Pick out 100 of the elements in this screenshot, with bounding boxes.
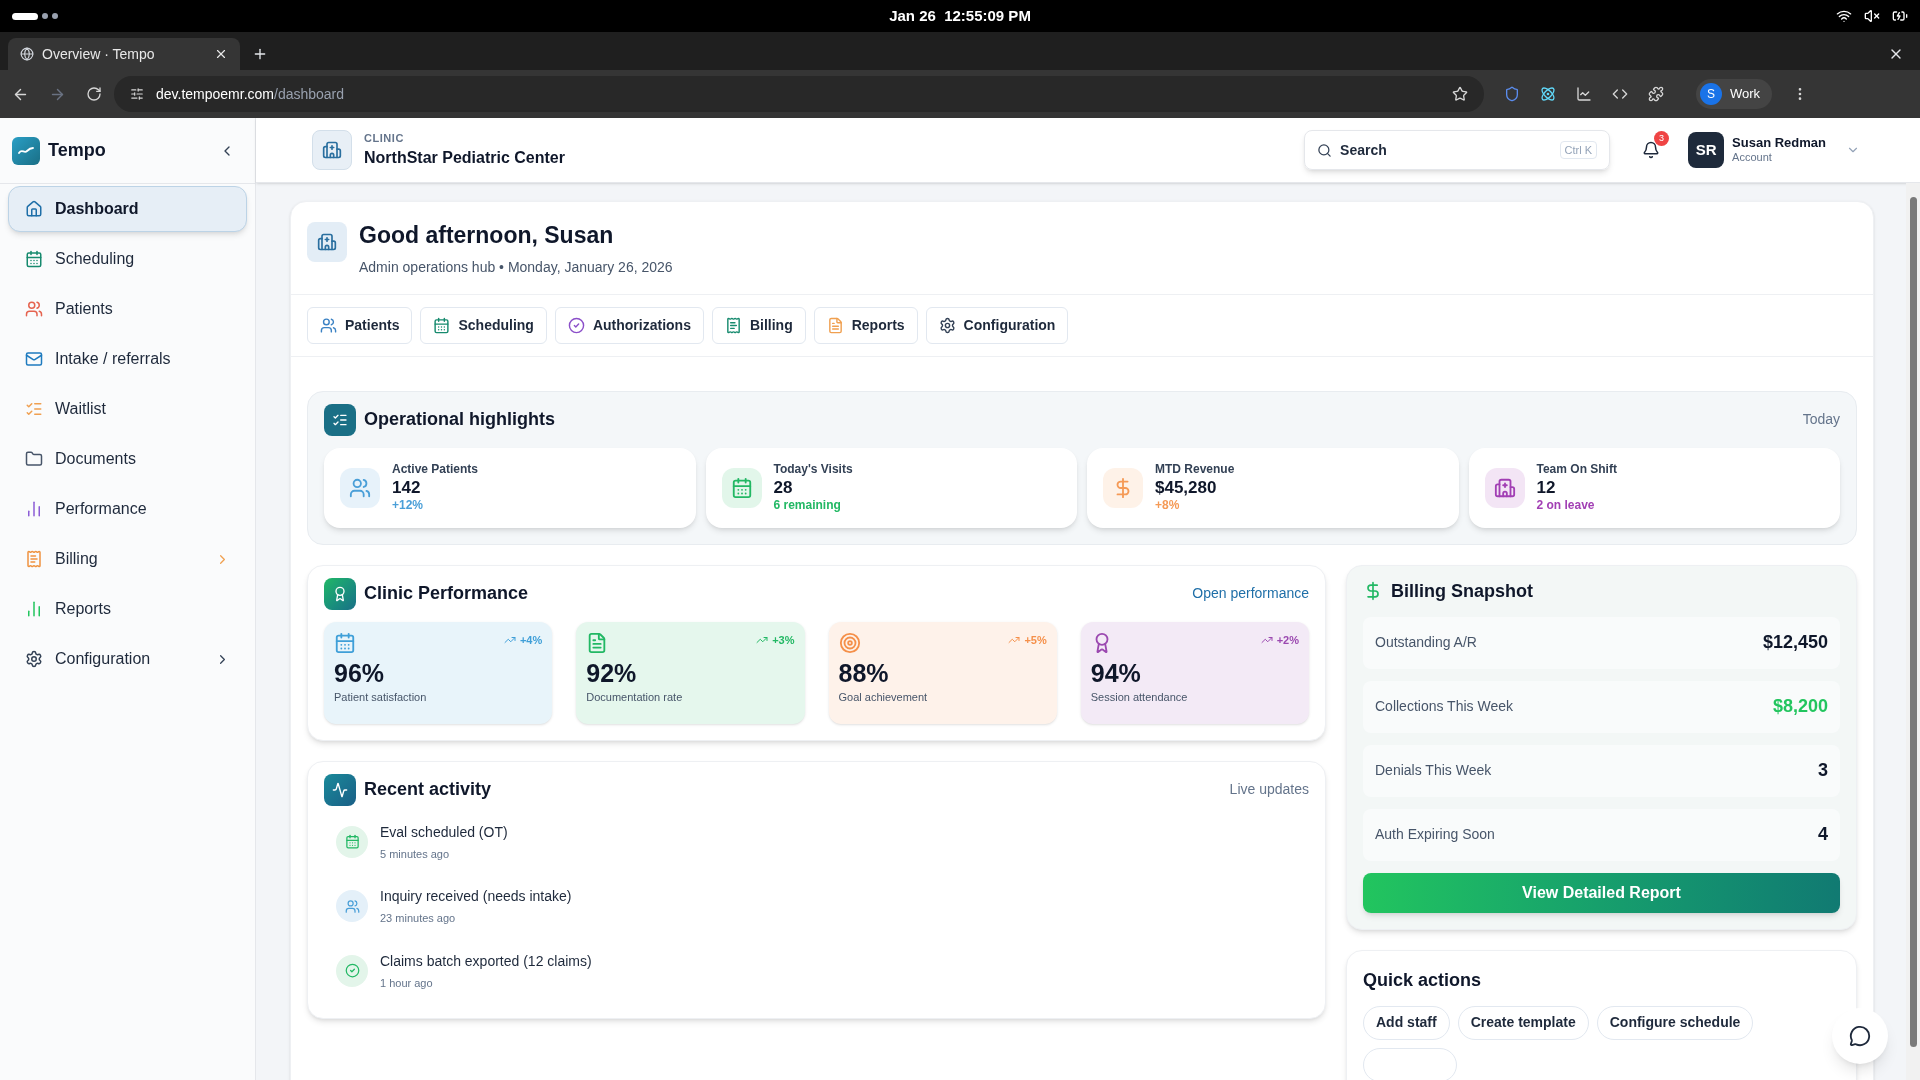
nav-item[interactable]: Performance: [8, 486, 247, 532]
quick-action-button[interactable]: Configure schedule: [1596, 1005, 1754, 1040]
quick-action-button[interactable]: Create template: [1457, 1005, 1589, 1040]
metric-value: 88%: [838, 657, 890, 689]
receipt-icon: [724, 316, 742, 334]
home-icon: [25, 200, 43, 218]
address-bar[interactable]: dev.tempoemr.com/dashboard: [114, 76, 1484, 112]
pulse-icon: [324, 773, 356, 806]
nav-item[interactable]: Documents: [8, 436, 247, 482]
shield-icon[interactable]: [1504, 86, 1520, 102]
folder-icon: [25, 450, 43, 468]
bar-chart-icon: [25, 600, 43, 618]
check-circle-icon: [567, 316, 585, 334]
shortcut-tab[interactable]: Reports: [813, 306, 918, 344]
hospital-icon: [307, 222, 347, 262]
stat-value: 12: [1536, 476, 1557, 499]
shortcut-hint: Ctrl K: [1559, 140, 1598, 160]
billing-value: 4: [1818, 823, 1828, 846]
billing-label: Outstanding A/R: [1375, 633, 1477, 652]
new-tab-icon[interactable]: [252, 46, 268, 62]
settings-icon: [938, 316, 956, 334]
stat-note: 6 remaining: [773, 498, 842, 514]
mail-icon: [25, 350, 43, 368]
calendar-icon: [721, 467, 762, 508]
user-avatar: SR: [1688, 132, 1725, 168]
metric-value: 94%: [1090, 657, 1142, 689]
billing-value: $8,200: [1772, 695, 1828, 718]
shortcut-tab[interactable]: Configuration: [925, 306, 1069, 344]
billing-value: $12,450: [1762, 631, 1828, 654]
user-menu[interactable]: SR Susan Redman Account: [1688, 132, 1860, 168]
activity-time: 1 hour ago: [380, 975, 434, 991]
nav-item[interactable]: Intake / referrals: [8, 336, 247, 382]
activity-title: Eval scheduled (OT): [380, 822, 508, 842]
billing-label: Denials This Week: [1375, 761, 1492, 780]
code-icon[interactable]: [1612, 86, 1628, 102]
settings-icon: [25, 650, 43, 668]
nav-item[interactable]: Patients: [8, 286, 247, 332]
open-performance-link[interactable]: Open performance: [1192, 583, 1309, 604]
reload-icon[interactable]: [86, 86, 102, 102]
activity-time: 5 minutes ago: [380, 846, 451, 862]
stat-note: +8%: [1155, 498, 1181, 514]
building-icon: [1484, 467, 1525, 508]
stat-value: 142: [392, 476, 422, 499]
metric-label: Patient satisfaction: [334, 689, 428, 705]
shortcut-tab[interactable]: Authorizations: [554, 306, 704, 344]
profile-chip[interactable]: S Work: [1696, 79, 1773, 109]
star-icon[interactable]: [1452, 86, 1468, 102]
nav-item[interactable]: Scheduling: [8, 236, 247, 282]
metric-label: Session attendance: [1090, 689, 1189, 705]
stat-value: $45,280: [1155, 476, 1218, 499]
trend-value: +5%: [1024, 632, 1047, 648]
metric-value: 96%: [334, 657, 386, 689]
nav-item[interactable]: Billing: [8, 536, 247, 582]
nav-item[interactable]: Reports: [8, 586, 247, 632]
url-text: dev.tempoemr.com/dashboard: [156, 84, 345, 104]
calendar-icon: [25, 250, 43, 268]
user-role: Account: [1732, 151, 1773, 165]
site-settings-icon[interactable]: [130, 87, 144, 101]
activity-title: Claims batch exported (12 claims): [380, 951, 592, 971]
profile-avatar: S: [1700, 83, 1722, 105]
award-icon: [324, 577, 356, 610]
stat-note: +12%: [392, 498, 425, 514]
scrollbar[interactable]: [1906, 183, 1920, 1080]
user-name: Susan Redman: [1732, 135, 1826, 152]
chart-icon[interactable]: [1576, 86, 1592, 102]
activity-time: 23 minutes ago: [380, 911, 457, 926]
shortcut-tab[interactable]: Patients: [307, 306, 413, 344]
billing-label: Collections This Week: [1375, 697, 1513, 716]
billing-label: Auth Expiring Soon: [1375, 825, 1495, 844]
calendar-icon: [336, 825, 368, 858]
workspace-indicator-icon: [12, 12, 38, 20]
panel-title: Clinic Performance: [364, 582, 529, 605]
stat-label: MTD Revenue: [1155, 461, 1235, 477]
browser-tab[interactable]: Overview · Tempo: [8, 38, 240, 70]
trend-value: +2%: [1276, 632, 1299, 648]
nav-item[interactable]: Waitlist: [8, 386, 247, 432]
billing-value: 3: [1818, 759, 1828, 782]
quick-action-button[interactable]: Add staff: [1363, 1005, 1450, 1040]
search-field[interactable]: Search: [1340, 139, 1552, 161]
users-icon: [320, 316, 337, 334]
clinic-name: NorthStar Pediatric Center: [364, 148, 565, 169]
close-icon[interactable]: [214, 47, 228, 61]
panel-title: Billing Snapshot: [1391, 579, 1533, 603]
atom-icon[interactable]: [1540, 86, 1556, 102]
bell-icon[interactable]: [1642, 141, 1661, 159]
shortcut-tab[interactable]: Billing: [711, 306, 806, 344]
calendar-icon: [334, 631, 356, 654]
nav-item[interactable]: Configuration: [8, 636, 247, 682]
tab-title: Overview · Tempo: [42, 44, 156, 64]
users-icon: [25, 300, 43, 318]
puzzle-icon[interactable]: [1648, 86, 1664, 102]
receipt-icon: [25, 550, 43, 568]
chat-icon: [1849, 1025, 1871, 1047]
bar-chart-icon: [25, 500, 43, 518]
users-icon: [340, 467, 380, 508]
nav-item[interactable]: Dashboard: [8, 186, 247, 232]
shortcut-tab[interactable]: Scheduling: [420, 306, 547, 344]
activity-title: Inquiry received (needs intake): [380, 887, 572, 906]
panel-title: Quick actions: [1363, 968, 1483, 992]
users-icon: [336, 890, 368, 923]
